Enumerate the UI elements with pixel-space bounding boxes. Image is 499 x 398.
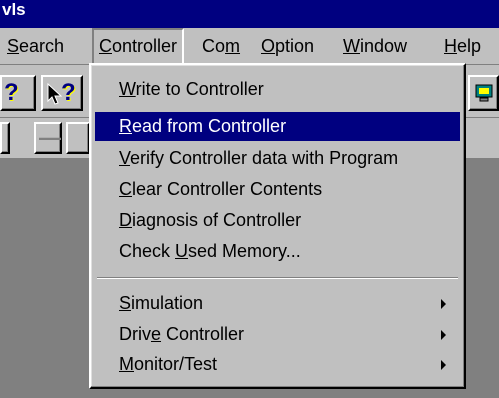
memory-post: sed Memory... [188,241,301,261]
menu-item-verify-controller-data[interactable]: Verify Controller data with Program [95,144,460,173]
diagnosis-post: iagnosis of Controller [132,210,302,230]
help-button[interactable]: ? [0,75,36,111]
submenu-arrow-icon [441,330,446,340]
context-help-button[interactable]: ? [41,75,83,111]
submenu-arrow-icon [441,299,446,309]
menu-com-mnemonic: m [225,36,241,56]
menu-item-clear-controller-contents[interactable]: Clear Controller Contents [95,175,460,204]
minus-button[interactable]: — [34,122,62,154]
window-title: vls [2,0,26,19]
write-mnemonic: W [119,79,136,99]
drive-post: Controller [161,324,245,344]
clear-post: lear Controller Contents [132,179,323,199]
verify-post: erify Controller data with Program [130,148,399,168]
menu-controller-post: ontroller [112,36,178,56]
menu-search[interactable]: Search [0,28,71,65]
menu-controller-mnemonic: C [99,36,112,56]
menu-option[interactable]: Option [254,28,321,65]
read-mnemonic: R [119,116,132,136]
title-bar: vls [0,0,499,28]
toolbar2-partial-button[interactable] [66,122,90,154]
menu-item-check-used-memory[interactable]: Check Used Memory... [95,237,460,266]
menu-item-diagnosis-of-controller[interactable]: Diagnosis of Controller [95,206,460,235]
monitor-icon [475,84,493,102]
diagnosis-mnemonic: D [119,210,132,230]
menu-help[interactable]: Help [437,28,488,65]
submenu-arrow-icon [441,360,446,370]
context-help-icon: ? [61,79,76,106]
menu-item-simulation[interactable]: Simulation [95,289,460,318]
menu-item-monitor-test[interactable]: Monitor/Test [95,350,460,379]
verify-mnemonic: V [119,148,131,168]
menu-search-mnemonic: S [7,36,20,56]
toolbar2-left-button[interactable] [0,122,10,154]
write-post: rite to Controller [135,79,264,99]
menu-search-post: earch [19,36,65,56]
menu-separator [97,277,458,279]
toolbar2-partial-button-face [68,124,88,152]
menu-help-mnemonic: H [444,36,457,56]
menu-item-write-to-controller[interactable]: Write to Controller [95,75,460,104]
clear-mnemonic: C [119,179,132,199]
monitor-post: onitor/Test [134,354,218,374]
drive-pre: Driv [119,324,151,344]
menu-com[interactable]: Com [195,28,247,65]
toolbar2-left-button-face [2,124,8,152]
menu-item-drive-controller[interactable]: Drive Controller [95,320,460,349]
menu-controller[interactable]: Controller [92,28,185,65]
memory-mnemonic: U [175,241,189,261]
simulation-mnemonic: S [119,293,132,313]
monitor-mnemonic: M [119,354,134,374]
menu-com-pre: Co [202,36,226,56]
read-post: ead from Controller [132,116,287,136]
minus-icon: — [39,125,61,150]
menu-window[interactable]: Window [336,28,414,65]
simulation-post: imulation [131,293,204,313]
monitor-button[interactable] [468,75,499,111]
memory-pre: Check [119,241,176,261]
menu-window-mnemonic: W [343,36,360,56]
menu-option-mnemonic: O [261,36,276,56]
controller-dropdown-menu: Write to Controller Read from Controller… [89,63,466,389]
menu-window-post: indow [360,36,408,56]
drive-mnemonic: e [151,324,162,344]
menu-option-post: ption [275,36,315,56]
menu-help-post: elp [457,36,482,56]
menu-bar: Search Controller Com Option Window Help [0,28,499,65]
help-icon: ? [4,79,19,106]
menu-item-read-from-controller[interactable]: Read from Controller [95,112,460,141]
